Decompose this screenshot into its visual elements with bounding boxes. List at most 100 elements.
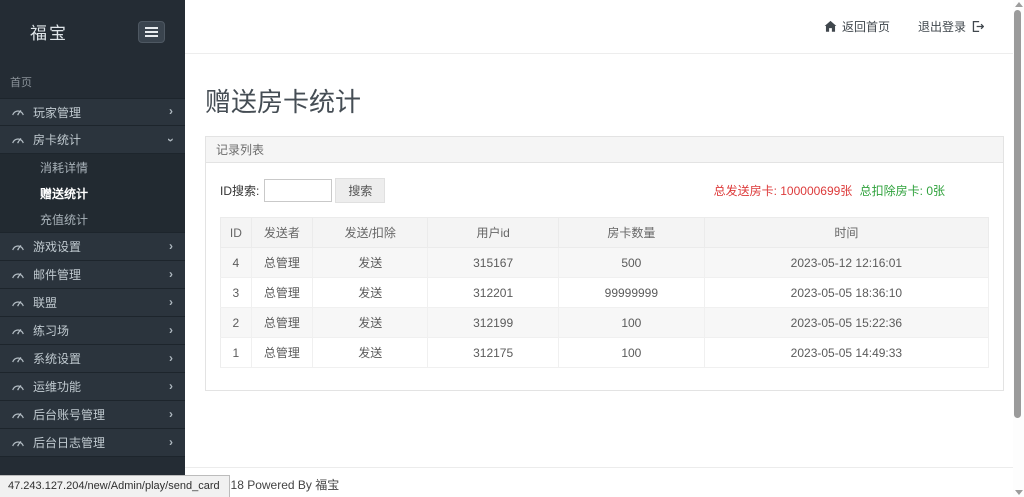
sidebar-menu-item[interactable]: 运维功能 ›: [0, 373, 185, 401]
table-header-row: ID 发送者 发送/扣除 用户id 房卡数量 时间: [220, 217, 990, 248]
table-header-cell: 发送/扣除: [312, 217, 429, 248]
records-table: ID 发送者 发送/扣除 用户id 房卡数量 时间 4 总管理 发送 315167 500 2023…: [220, 217, 990, 368]
search-toolbar: ID搜索: 搜索 总发送房卡: 100000699张 总扣除房卡: 0张: [220, 178, 989, 203]
main-content: 返回首页 退出登录 赠送房卡统计 记录列表 ID搜索: 搜索 总发送房卡: 10…: [185, 0, 1024, 497]
sidebar-menu: 玩家管理 › 房卡统计 › 消耗详情 赠送统计 充值统计 游戏设置 › 邮件管理…: [0, 98, 185, 457]
gauge-icon: [12, 384, 24, 390]
table-cell: 500: [557, 247, 705, 278]
gauge-icon: [12, 412, 24, 418]
table-header-cell: 时间: [703, 217, 990, 248]
id-search-label: ID搜索:: [220, 184, 260, 198]
logout-icon: [972, 20, 984, 33]
sidebar-menu-item[interactable]: 练习场 ›: [0, 317, 185, 345]
table-cell: 312199: [427, 307, 559, 338]
sidebar-menu-item[interactable]: 游戏设置 ›: [0, 233, 185, 261]
sidebar-menu-item-label: 游戏设置: [33, 240, 82, 254]
search-button[interactable]: 搜索: [335, 178, 386, 203]
gauge-icon: [12, 440, 24, 446]
sidebar-menu-item[interactable]: 后台日志管理 ›: [0, 429, 185, 457]
sidebar-menu-item[interactable]: 联盟 ›: [0, 289, 185, 317]
chevron-right-icon: ›: [169, 238, 173, 253]
table-cell: 发送: [312, 247, 429, 278]
table-cell: 2: [220, 307, 252, 338]
table-row: 1 总管理 发送 312175 100 2023-05-05 14:49:33: [220, 337, 990, 368]
gauge-icon: [12, 300, 24, 306]
table-row: 3 总管理 发送 312201 99999999 2023-05-05 18:36:10: [220, 277, 990, 308]
panel-title: 记录列表: [206, 137, 1003, 163]
sidebar-toggle-button[interactable]: [138, 21, 165, 43]
chevron-right-icon: ›: [169, 322, 173, 337]
gauge-icon: [12, 110, 24, 116]
sidebar-menu-item[interactable]: 玩家管理 ›: [0, 98, 185, 126]
sidebar-menu-item[interactable]: 邮件管理 ›: [0, 261, 185, 289]
sidebar-menu-item-label: 联盟: [33, 296, 58, 310]
panel-body: ID搜索: 搜索 总发送房卡: 100000699张 总扣除房卡: 0张 ID 发…: [206, 163, 1003, 390]
sidebar-menu-item-label: 房卡统计: [33, 133, 82, 147]
sidebar: 福宝 首页 玩家管理 › 房卡统计 › 消耗详情 赠送统计 充值统计 游戏设置 …: [0, 0, 185, 497]
page-title: 赠送房卡统计: [205, 87, 362, 117]
sidebar-submenu: 消耗详情 赠送统计 充值统计: [0, 154, 185, 233]
vertical-scrollbar[interactable]: [1013, 0, 1024, 497]
gauge-icon: [12, 356, 24, 362]
table-cell: 发送: [312, 277, 429, 308]
sidebar-section-label: 首页: [10, 77, 32, 89]
table-cell: 3: [220, 277, 252, 308]
table-cell: 4: [220, 247, 252, 278]
sidebar-submenu-item[interactable]: 充值统计: [0, 206, 185, 232]
browser-status-bar-url: 47.243.127.204/new/Admin/play/send_card: [0, 475, 230, 497]
gauge-icon: [12, 328, 24, 334]
table-cell: 2023-05-05 18:36:10: [703, 277, 990, 308]
table-row: 2 总管理 发送 312199 100 2023-05-05 15:22:36: [220, 307, 990, 338]
scrollbar-thumb[interactable]: [1014, 10, 1021, 418]
table-cell: 发送: [312, 307, 429, 338]
hamburger-icon: [145, 27, 158, 29]
table-cell: 2023-05-05 15:22:36: [703, 307, 990, 338]
id-search-input[interactable]: [264, 179, 333, 202]
topbar: 返回首页 退出登录: [185, 0, 1024, 54]
table-cell: 1: [220, 337, 252, 368]
page-body: 赠送房卡统计 记录列表 ID搜索: 搜索 总发送房卡: 100000699张 总…: [185, 82, 1024, 391]
chevron-right-icon: ›: [169, 378, 173, 393]
chevron-right-icon: ›: [169, 104, 173, 118]
chevron-right-icon: ›: [169, 294, 173, 309]
table-cell: 2023-05-12 12:16:01: [703, 247, 990, 278]
table-header-cell: 房卡数量: [557, 217, 705, 248]
table-header-cell: 用户id: [427, 217, 559, 248]
table-cell: 99999999: [557, 277, 705, 308]
gauge-icon: [12, 137, 24, 143]
table-cell: 100: [557, 337, 705, 368]
total-deducted-stat: 总扣除房卡: 0张: [859, 184, 945, 198]
records-panel: 记录列表 ID搜索: 搜索 总发送房卡: 100000699张 总扣除房卡: 0…: [205, 136, 1004, 391]
logout-link[interactable]: 退出登录: [918, 18, 984, 35]
table-cell: 2023-05-05 14:49:33: [703, 337, 990, 368]
gauge-icon: [12, 272, 24, 278]
table-cell: 总管理: [250, 337, 314, 368]
card-stats: 总发送房卡: 100000699张 总扣除房卡: 0张: [714, 182, 945, 199]
chevron-down-icon: ›: [164, 137, 178, 142]
sidebar-submenu-item-label: 赠送统计: [40, 186, 89, 201]
scrollbar-down-arrow[interactable]: [1015, 490, 1023, 495]
chevron-right-icon: ›: [169, 434, 173, 449]
sidebar-menu-item[interactable]: 后台账号管理 ›: [0, 401, 185, 429]
return-home-link[interactable]: 返回首页: [824, 18, 890, 35]
home-icon: [824, 20, 837, 32]
table-cell: 总管理: [250, 277, 314, 308]
table-cell: 315167: [427, 247, 559, 278]
scrollbar-up-arrow[interactable]: [1015, 2, 1023, 7]
sidebar-submenu-item[interactable]: 消耗详情: [0, 154, 185, 180]
return-home-label: 返回首页: [841, 20, 890, 34]
sidebar-submenu-item[interactable]: 赠送统计: [0, 180, 185, 206]
sidebar-menu-item-label: 邮件管理: [33, 268, 82, 282]
table-body: 4 总管理 发送 315167 500 2023-05-12 12:16:01 3 总管理 发送…: [220, 247, 990, 368]
sidebar-logo-bar: 福宝: [0, 0, 185, 62]
chevron-right-icon: ›: [169, 406, 173, 421]
sidebar-submenu-item-label: 消耗详情: [40, 160, 89, 175]
sidebar-menu-item[interactable]: 房卡统计 ›: [0, 126, 185, 154]
sidebar-menu-item[interactable]: 系统设置 ›: [0, 345, 185, 373]
table-cell: 100: [557, 307, 705, 338]
table-cell: 总管理: [250, 307, 314, 338]
gauge-icon: [12, 244, 24, 250]
logout-label: 退出登录: [917, 20, 966, 34]
sidebar-menu-item-label: 后台账号管理: [33, 408, 106, 422]
sidebar-menu-item-label: 运维功能: [33, 380, 82, 394]
